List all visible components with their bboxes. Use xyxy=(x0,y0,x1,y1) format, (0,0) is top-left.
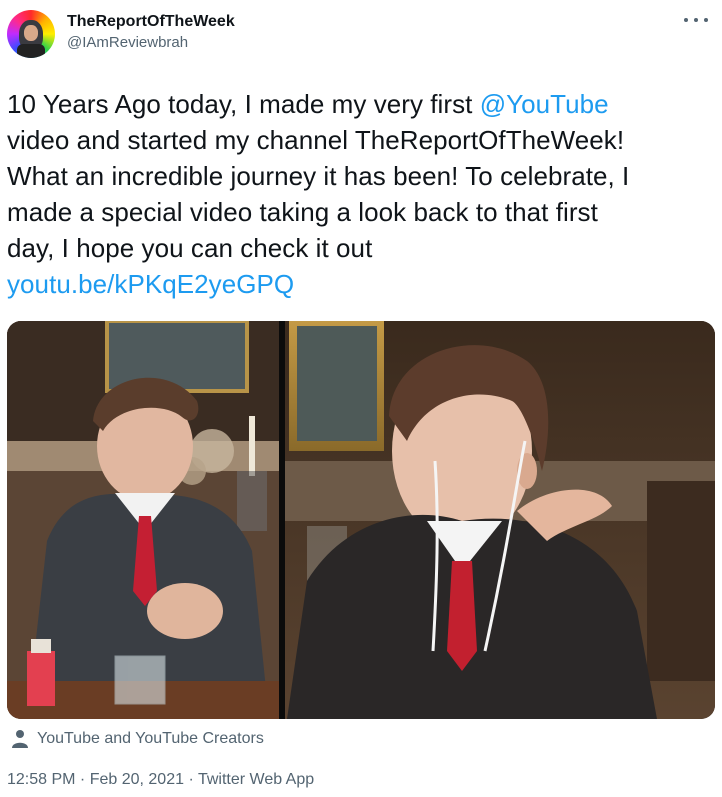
thumbnail-image xyxy=(7,321,715,719)
user-avatar[interactable] xyxy=(7,10,55,58)
tweet-source: Twitter Web App xyxy=(197,771,315,788)
avatar-face xyxy=(24,25,38,41)
tweet-line-4: made a special video taking a look back … xyxy=(7,197,598,227)
video-thumbnail[interactable] xyxy=(7,321,715,719)
attribution-text: YouTube and YouTube Creators xyxy=(37,730,264,747)
user-handle[interactable]: @IAmReviewbrah xyxy=(67,33,235,53)
tweet-text: 10 Years Ago today, I made my very first… xyxy=(7,86,713,302)
media-attribution[interactable]: YouTube and YouTube Creators xyxy=(11,729,264,749)
man-tie xyxy=(447,561,477,671)
tweet-line-2: video and started my channel TheReportOf… xyxy=(7,125,625,155)
user-name-block: TheReportOfTheWeek @IAmReviewbrah xyxy=(67,11,235,53)
video-link[interactable]: youtu.be/kPKqE2yeGPQ xyxy=(7,269,294,299)
tweet-line-5: day, I hope you can check it out xyxy=(7,233,373,263)
tweet-line-1: 10 Years Ago today, I made my very first… xyxy=(7,86,713,122)
dot-icon xyxy=(694,18,698,22)
tweet-date[interactable]: Feb 20, 2021 xyxy=(90,771,184,788)
avatar-suit xyxy=(17,44,45,58)
display-name[interactable]: TheReportOfTheWeek xyxy=(67,11,235,32)
tweet-text-segment: 10 Years Ago today, I made my very first xyxy=(7,89,480,119)
more-options-icon[interactable] xyxy=(684,12,708,28)
tweet-time[interactable]: 12:58 PM xyxy=(7,771,75,788)
youtube-mention-link[interactable]: @YouTube xyxy=(480,89,609,119)
tweet-metadata: 12:58 PM · Feb 20, 2021 · Twitter Web Ap… xyxy=(7,771,314,789)
tweet-line-3: What an incredible journey it has been! … xyxy=(7,161,630,191)
meta-separator: · xyxy=(75,771,90,788)
dot-icon xyxy=(704,18,708,22)
tweet-header: TheReportOfTheWeek @IAmReviewbrah xyxy=(0,0,722,75)
dot-icon xyxy=(684,18,688,22)
meta-separator: · xyxy=(184,771,198,788)
person-icon xyxy=(12,730,28,748)
